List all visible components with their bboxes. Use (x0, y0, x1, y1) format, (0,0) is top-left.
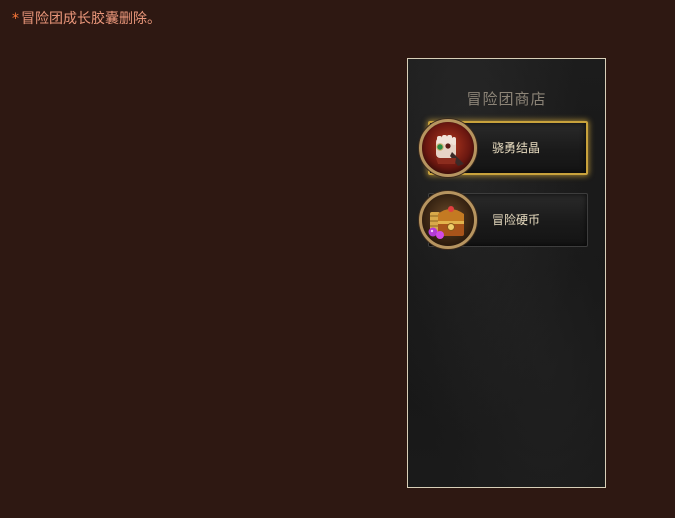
fist-gauntlet-icon (419, 119, 477, 177)
shop-item-label: 骁勇结晶 (492, 141, 541, 155)
notice-star: * (12, 11, 19, 27)
shop-title: 冒险团商店 (466, 90, 547, 108)
notice-text: * 冒险团成长胶囊删除。 (12, 8, 161, 28)
shop-item-valor-crystal[interactable]: 骁勇结晶 (419, 119, 590, 177)
shop-item-adventure-coin[interactable]: 冒险硬币 (419, 191, 590, 249)
adventure-shop-panel: 冒险团商店 骁勇结晶 冒险硬币 (407, 58, 606, 488)
shop-item-label: 冒险硬币 (492, 213, 541, 227)
notice-message: 冒险团成长胶囊删除。 (21, 11, 161, 27)
treasure-chest-icon (419, 191, 477, 249)
